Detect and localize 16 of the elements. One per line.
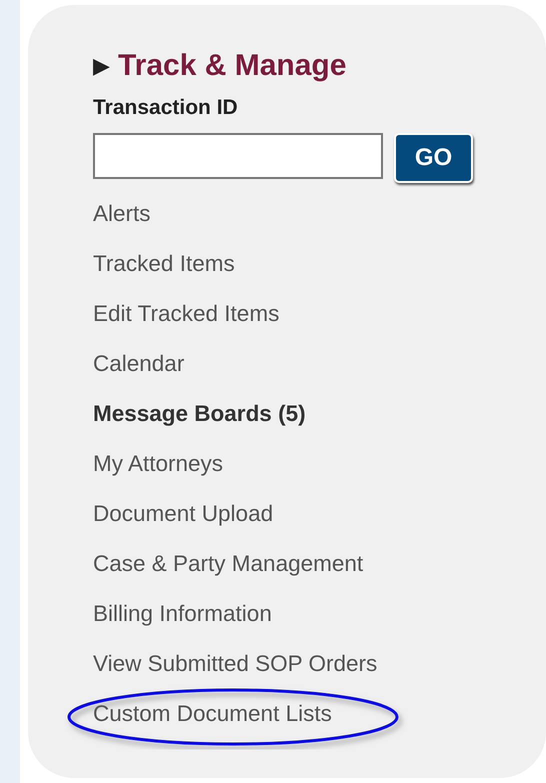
menu-link[interactable]: Billing Information: [93, 601, 272, 627]
menu-link[interactable]: Tracked Items: [93, 251, 235, 277]
menu-link[interactable]: Message Boards (5): [93, 401, 306, 427]
menu-link[interactable]: Custom Document Lists: [93, 701, 332, 727]
expand-arrow[interactable]: ▶: [93, 53, 110, 79]
transaction-id-field[interactable]: [93, 133, 383, 179]
menu-link[interactable]: Edit Tracked Items: [93, 301, 280, 327]
go-button[interactable]: GO: [394, 133, 473, 183]
section-title: Track & Manage: [118, 49, 346, 83]
menu-link[interactable]: View Submitted SOP Orders: [93, 651, 378, 677]
field-label: Transaction ID: [93, 95, 239, 121]
menu-link[interactable]: Calendar: [93, 351, 184, 377]
menu-link[interactable]: Case & Party Management: [93, 551, 364, 577]
menu-link[interactable]: My Attorneys: [93, 451, 224, 477]
menu-link[interactable]: Document Upload: [93, 501, 274, 527]
menu-link[interactable]: Alerts: [93, 201, 151, 227]
